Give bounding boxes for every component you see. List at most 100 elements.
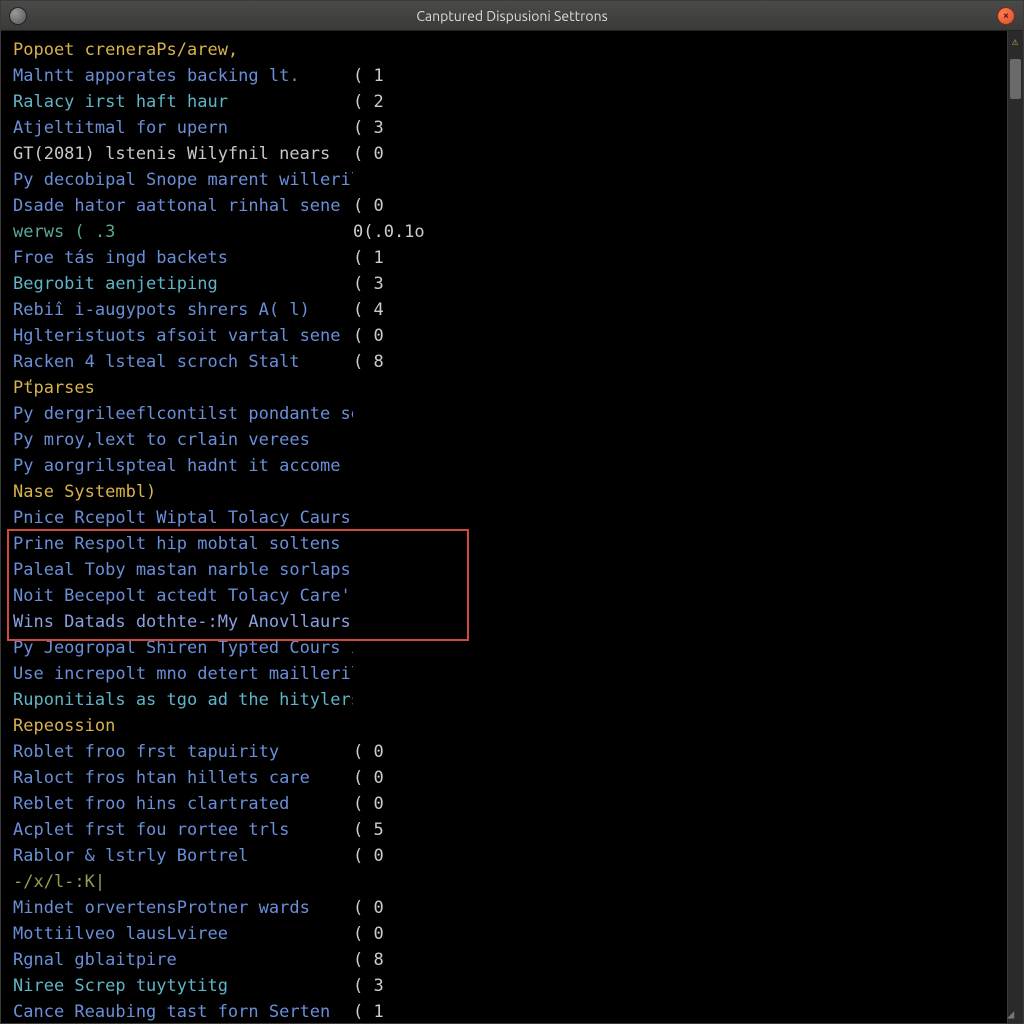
line-label: Cance Reaubing tast forn Serten <box>13 999 353 1023</box>
line-value: ( 0 <box>353 323 384 349</box>
line-value: ( 3 <box>353 115 384 141</box>
line-label: Pťparses <box>13 375 353 401</box>
window-menu-icon[interactable] <box>9 7 27 25</box>
terminal-content[interactable]: Popoet creneraPs/arew,Malntt apporates b… <box>1 31 1007 1023</box>
line-value: ( 1 <box>353 63 384 89</box>
terminal-line: Py dergrileeflcontilst pondante sere <box>13 401 1007 427</box>
line-label: Acplet frst fou rortee trls <box>13 817 353 843</box>
line-label: Mottiilveo lausLviree <box>13 921 353 947</box>
terminal-line: -/x/l-:K| <box>13 869 1007 895</box>
terminal-line: Niree Screp tuytytitg( 3 <box>13 973 1007 999</box>
line-label: Mindet orvertensProtner wards <box>13 895 353 921</box>
terminal-line: Roblet froo frst tapuirity( 0 <box>13 739 1007 765</box>
line-label: Rebiî i-augypots shrers A( l) <box>13 297 353 323</box>
line-value: ( 0 <box>353 141 384 167</box>
terminal-line: Racken 4 lsteal scroch Stalt( 8 <box>13 349 1007 375</box>
line-label: Py Jeogropal Shiren Typted Cours iniMlbo… <box>13 635 353 661</box>
line-label: Py aorgrilspteal hadnt it accome <box>13 453 353 479</box>
line-label: Nase Systembl) <box>13 479 353 505</box>
terminal-line: Reblet froo hins clartrated( 0 <box>13 791 1007 817</box>
line-value: ( 3 <box>353 271 384 297</box>
terminal-line: Use increpolt mno detert mailleril.0 rnb <box>13 661 1007 687</box>
line-value: ( 0 <box>353 895 384 921</box>
line-label: Rgnal gblaitpire <box>13 947 353 973</box>
warning-icon: ⚠ <box>1008 35 1022 47</box>
line-label: Atjeltitmal for upern <box>13 115 353 141</box>
terminal-line: Rablor & lstrly Bortrel( 0 <box>13 843 1007 869</box>
terminal-line: GT(2081) lstenis Wilyfnil nears( 0 <box>13 141 1007 167</box>
terminal-body: Popoet creneraPs/arew,Malntt apporates b… <box>1 31 1023 1023</box>
line-value: ( 8 <box>353 349 384 375</box>
terminal-line: Py mroy,lext to crlain verees <box>13 427 1007 453</box>
terminal-line: Py decobipal Snope marent willeril.0 rnb <box>13 167 1007 193</box>
resize-grip-icon[interactable]: ◢ <box>1007 1007 1021 1021</box>
line-label: Prine Respolt hip mobtal soltens <box>13 531 353 557</box>
line-value: ( 0 <box>353 765 384 791</box>
line-value: ( 0 <box>353 791 384 817</box>
terminal-line: Pnice Rcepolt Wiptal Tolacy Caurs iniMlb… <box>13 505 1007 531</box>
terminal-line: Repeossion <box>13 713 1007 739</box>
terminal-line: Rebiî i-augypots shrers A( l)( 4 <box>13 297 1007 323</box>
line-label: Repeossion <box>13 713 353 739</box>
line-value: ( 8 <box>353 947 384 973</box>
terminal-line: Cance Reaubing tast forn Serten( 1 <box>13 999 1007 1023</box>
line-label: Niree Screp tuytytitg <box>13 973 353 999</box>
line-label: Racken 4 lsteal scroch Stalt <box>13 349 353 375</box>
line-label: Ruponitials as tgo ad the hitylers <box>13 687 353 713</box>
terminal-line: Py aorgrilspteal hadnt it accome <box>13 453 1007 479</box>
terminal-line: Nase Systembl) <box>13 479 1007 505</box>
terminal-line: Hglteristuots afsoit vartal sene( 0 <box>13 323 1007 349</box>
terminal-line: Acplet frst fou rortee trls( 5 <box>13 817 1007 843</box>
terminal-line: Popoet creneraPs/arew, <box>13 37 1007 63</box>
window-title: Canptured Dispusioni Settrons <box>416 8 607 24</box>
line-label: Froe tás ingd backets <box>13 245 353 271</box>
line-value: ( 0 <box>353 739 384 765</box>
line-value: ( 5 <box>353 817 384 843</box>
line-label: Reblet froo hins clartrated <box>13 791 353 817</box>
line-label: Py decobipal Snope marent willeril.0 rnb <box>13 167 353 193</box>
line-value: ( 2 <box>353 89 384 115</box>
line-label: Dsade hator aattonal rinhal sene <box>13 193 353 219</box>
line-label: Py mroy,lext to crlain verees <box>13 427 353 453</box>
terminal-line: Begrobit aenjetiping( 3 <box>13 271 1007 297</box>
terminal-line: Mottiilveo lausLviree( 0 <box>13 921 1007 947</box>
line-label: Use increpolt mno detert mailleril.0 rnb <box>13 661 353 687</box>
line-label: Begrobit aenjetiping <box>13 271 353 297</box>
line-label: Raloct fros htan hillets care <box>13 765 353 791</box>
terminal-line: Ralacy irst haft haur( 2 <box>13 89 1007 115</box>
line-label: Pnice Rcepolt Wiptal Tolacy Caurs iniMlb… <box>13 505 353 531</box>
line-value: ( 4 <box>353 297 384 323</box>
line-label: Py dergrileeflcontilst pondante sere <box>13 401 353 427</box>
terminal-line: Froe tás ingd backets( 1 <box>13 245 1007 271</box>
line-label: Noit Becepolt actedt Tolacy Care',l.4 <box>13 583 353 609</box>
terminal-line: Noit Becepolt actedt Tolacy Care',l.4 <box>13 583 1007 609</box>
line-value: ( 0 <box>353 843 384 869</box>
line-label: Roblet froo frst tapuirity <box>13 739 353 765</box>
terminal-line: Rgnal gblaitpire( 8 <box>13 947 1007 973</box>
line-value: ( 0 <box>353 921 384 947</box>
scrollbar-track[interactable]: ⚠ <box>1007 31 1023 1023</box>
terminal-line: Ruponitials as tgo ad the hitylers <box>13 687 1007 713</box>
terminal-line: Pťparses <box>13 375 1007 401</box>
line-label: Wins Datads dothte-:My Anovllaurs <box>13 609 353 635</box>
line-label: Hglteristuots afsoit vartal sene <box>13 323 353 349</box>
terminal-line: Raloct fros htan hillets care( 0 <box>13 765 1007 791</box>
line-label: -/x/l-:K| <box>13 869 353 895</box>
line-value: ( 1 <box>353 999 384 1023</box>
line-label: Malntt apporates backing lt. <box>13 63 353 89</box>
line-label: werws ( .3 <box>13 219 353 245</box>
titlebar: Canptured Dispusioni Settrons × <box>1 1 1023 31</box>
terminal-line: Prine Respolt hip mobtal soltens <box>13 531 1007 557</box>
terminal-window: Canptured Dispusioni Settrons × Popoet c… <box>0 0 1024 1024</box>
terminal-line: Paleal Toby mastan narble sorlaps. <box>13 557 1007 583</box>
line-label: Ralacy irst haft haur <box>13 89 353 115</box>
terminal-line: werws ( .30(.0.1o <box>13 219 1007 245</box>
line-label: Paleal Toby mastan narble sorlaps. <box>13 557 353 583</box>
terminal-line: Malntt apporates backing lt.( 1 <box>13 63 1007 89</box>
terminal-line: Mindet orvertensProtner wards( 0 <box>13 895 1007 921</box>
terminal-line: Wins Datads dothte-:My Anovllaurs <box>13 609 1007 635</box>
scrollbar-thumb[interactable] <box>1010 59 1021 99</box>
line-label: Popoet creneraPs/arew, <box>13 37 353 63</box>
line-value: ( 3 <box>353 973 384 999</box>
close-icon[interactable]: × <box>997 7 1015 25</box>
